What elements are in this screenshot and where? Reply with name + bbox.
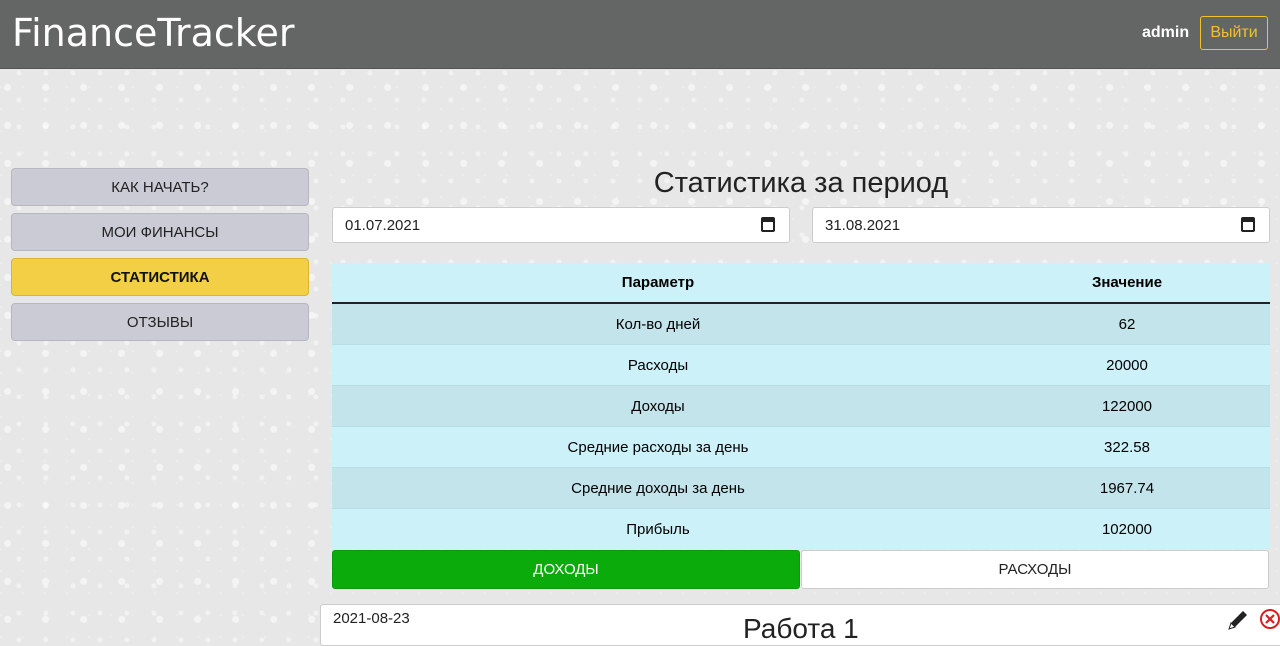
table-row: Расходы 20000 [332, 344, 1270, 386]
sidebar-item-getting-started[interactable]: КАК НАЧАТЬ? [11, 168, 309, 206]
table-cell-value: 20000 [984, 344, 1270, 386]
table-cell-value: 62 [984, 302, 1270, 345]
table-cell-value: 122000 [984, 385, 1270, 427]
table-row: Доходы 122000 [332, 385, 1270, 427]
entry-title: Работа 1 [743, 613, 859, 644]
sidebar-item-statistics[interactable]: СТАТИСТИКА [11, 258, 309, 296]
table-cell-parameter: Средние доходы за день [332, 467, 984, 509]
table-cell-parameter: Прибыль [332, 508, 984, 549]
brand-logo[interactable]: FinanceTracker [12, 11, 294, 55]
date-to-input[interactable]: 31.08.2021 [812, 207, 1270, 243]
sidebar-nav: КАК НАЧАТЬ? МОИ ФИНАНСЫ СТАТИСТИКА ОТЗЫВ… [11, 168, 309, 348]
sidebar-item-my-finances[interactable]: МОИ ФИНАНСЫ [11, 213, 309, 251]
table-cell-value: 102000 [984, 508, 1270, 549]
date-from-input[interactable]: 01.07.2021 [332, 207, 790, 243]
table-row: Кол-во дней 62 [332, 302, 1270, 345]
table-cell-value: 1967.74 [984, 467, 1270, 509]
table-cell-parameter: Средние расходы за день [332, 426, 984, 468]
table-cell-parameter: Расходы [332, 344, 984, 386]
income-entry-card: 2021-08-23 Работа 1 [320, 604, 1280, 646]
table-row: Прибыль 102000 [332, 508, 1270, 549]
table-cell-parameter: Кол-во дней [332, 302, 984, 345]
table-row: Средние доходы за день 1967.74 [332, 467, 1270, 509]
table-header-row: Параметр Значение [332, 263, 1270, 304]
table-cell-parameter: Доходы [332, 385, 984, 427]
logout-button[interactable]: Выйти [1200, 16, 1268, 50]
entry-date: 2021-08-23 [333, 610, 410, 627]
date-from-value: 01.07.2021 [345, 217, 421, 234]
username: admin [1142, 24, 1190, 41]
date-to-value: 31.08.2021 [825, 217, 901, 234]
calendar-icon[interactable] [1241, 217, 1255, 232]
top-header: FinanceTracker admin Выйти [0, 0, 1280, 69]
column-header-value: Значение [984, 263, 1270, 304]
edit-pencil-icon[interactable] [1225, 607, 1251, 633]
sidebar-item-reviews[interactable]: ОТЗЫВЫ [11, 303, 309, 341]
tab-expenses[interactable]: РАСХОДЫ [801, 550, 1269, 589]
tab-income[interactable]: ДОХОДЫ [332, 550, 800, 589]
page-title: Статистика за период [653, 167, 949, 199]
calendar-icon[interactable] [761, 217, 775, 232]
statistics-table: Параметр Значение Кол-во дней 62 Расходы… [332, 263, 1270, 549]
table-cell-value: 322.58 [984, 426, 1270, 468]
table-row: Средние расходы за день 322.58 [332, 426, 1270, 468]
column-header-parameter: Параметр [332, 263, 984, 304]
